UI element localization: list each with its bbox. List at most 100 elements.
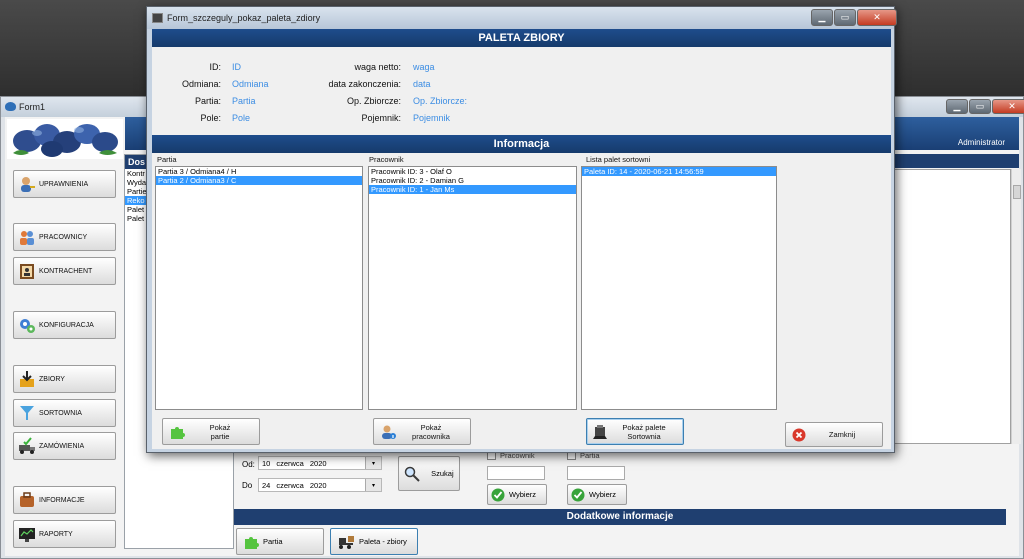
sort-group-label: Lista palet sortowni [586,155,651,164]
show-sort-pallet-label-line1: Pokaż palete [622,422,666,432]
sidebar-button-konfiguracja[interactable]: KONFIGURACJA [13,311,116,339]
field-value: waga [413,62,435,72]
pallet-stack-icon [593,424,607,439]
dialog-close-button[interactable]: ✕ [857,9,897,26]
checkmark-icon [571,488,585,501]
people-icon [18,228,36,246]
sort-pallet-listbox[interactable]: Paleta ID: 14 - 2020-06-21 14:56:59 [581,166,777,410]
select-worker-button[interactable]: Wybierz [487,484,547,505]
to-month: czerwca [276,480,304,490]
vertical-scrollbar[interactable] [1011,169,1021,444]
sidebar-button-informacje[interactable]: INFORMACJE [13,486,116,514]
show-worker-label: Pokaż pracownika [400,423,470,441]
window-icon [152,13,163,23]
list-item[interactable]: Paleta ID: 14 - 2020-06-21 14:56:59 [582,167,776,176]
puzzle-icon [171,426,185,439]
contact-book-icon [18,262,36,280]
sidebar-label: ZAMÓWIENIA [39,442,85,450]
field-label: data zakonczenia: [328,79,401,89]
minimize-button[interactable]: ▁ [946,99,968,114]
batch-group-label: Partia [157,155,177,164]
show-batch-label-line1: Pokaż [209,422,231,432]
info-header: Informacja [152,135,891,153]
sidebar-button-uprawnienia[interactable]: UPRAWNIENIA [13,170,116,198]
monitor-chart-icon [18,525,36,543]
field-value: Odmiana [232,79,269,89]
sidebar-button-pracownicy[interactable]: PRACOWNICY [13,223,116,251]
sidebar-label: KONFIGURACJA [39,321,94,329]
search-button[interactable]: Szukaj [398,456,460,491]
gears-icon [18,316,36,334]
sidebar-button-zamowienia[interactable]: ZAMÓWIENIA [13,432,116,460]
from-month: czerwca [276,458,304,468]
sidebar-button-kontrachent[interactable]: KONTRACHENT [13,257,116,285]
sidebar-label: KONTRACHENT [39,267,93,275]
minimize-icon: ▁ [818,12,826,22]
sidebar-button-zbiory[interactable]: ZBIORY [13,365,116,393]
forklift-icon [339,535,354,549]
magnifier-icon [405,466,421,482]
batch-button-label: Partia [263,537,283,546]
field-label: Pole: [200,113,221,123]
list-item[interactable]: Pracownik ID: 1 - Jan Ms [369,185,576,194]
field-value: data [413,79,431,89]
select-button-label: Wybierz [509,490,537,499]
app-icon [5,102,16,111]
user-key-icon [18,175,36,193]
show-sort-pallet-label: Pokaż palete Sortownia [613,423,683,441]
from-date-picker[interactable]: 10 czerwca 2020 ▾ [258,456,382,470]
field-label: Op. Zbiorcze: [346,96,401,106]
dialog-maximize-button[interactable]: ▭ [834,9,856,26]
worker-listbox[interactable]: Pracownik ID: 3 - Olaf O Pracownik ID: 2 … [368,166,577,410]
dialog-titlebar[interactable]: Form_szczeguly_pokaz_paleta_zdiory ▁ ▭ ✕ [147,7,897,29]
list-item[interactable]: Pracownik ID: 3 - Olaf O [369,167,576,176]
field-label: waga netto: [354,62,401,72]
field-label: ID: [209,62,221,72]
show-sort-pallet-label-line2: Sortownia [627,431,661,441]
maximize-icon: ▭ [975,101,985,111]
close-dialog-button[interactable]: Zamknij [785,422,883,447]
maximize-button[interactable]: ▭ [969,99,991,114]
close-icon: ✕ [1008,101,1016,111]
show-batch-button[interactable]: Pokaż partie [162,418,260,445]
to-date-picker[interactable]: 24 czerwca 2020 ▾ [258,478,382,492]
list-item[interactable]: Partia 2 / Odmiana3 / C [156,176,362,185]
show-worker-button[interactable]: Pokaż pracownika [373,418,471,445]
funnel-icon [18,404,36,422]
list-item[interactable]: Pracownik ID: 2 - Damian G [369,176,576,185]
download-box-icon [18,370,36,388]
pallet-harvest-button[interactable]: Paleta - zbiory [330,528,418,555]
dialog-minimize-button[interactable]: ▁ [811,9,833,26]
close-button[interactable]: ✕ [992,99,1024,114]
field-value: Partia [232,96,256,106]
to-year: 2020 [309,480,327,490]
calendar-dropdown-icon[interactable]: ▾ [365,457,381,469]
scrollbar-thumb[interactable] [1013,185,1021,199]
sidebar-button-raporty[interactable]: RAPORTY [13,520,116,548]
select-batch-button[interactable]: Wybierz [567,484,627,505]
sidebar-label: SORTOWNIA [39,409,82,417]
list-item[interactable]: Partia 3 / Odmiana4 / H [156,167,362,176]
batch-listbox[interactable]: Partia 3 / Odmiana4 / H Partia 2 / Odmian… [155,166,363,410]
show-sort-pallet-button[interactable]: Pokaż palete Sortownia [586,418,684,445]
main-window-title: Form1 [19,102,46,112]
sidebar-label: PRACOWNICY [39,233,88,241]
field-label: Odmiana: [181,79,221,89]
calendar-dropdown-icon[interactable]: ▾ [365,479,381,491]
sidebar-button-sortownia[interactable]: SORTOWNIA [13,399,116,427]
to-day: 24 [262,480,271,490]
dialog-body: PALETA ZBIORY Informacja Partia Pracowni… [152,29,891,449]
batch-button[interactable]: Partia [236,528,324,555]
field-value: ID [232,62,241,72]
sidebar-label: INFORMACJE [39,496,85,504]
sidebar-label: ZBIORY [39,375,65,383]
field-label: Pojemnik: [361,113,401,123]
briefcase-icon [18,491,36,509]
close-icon: ✕ [873,12,881,22]
field-value: Pole [232,113,251,123]
worker-input[interactable] [487,466,545,480]
field-value: Pojemnik [413,113,451,123]
pallet-button-label: Paleta - zbiory [359,537,407,546]
batch-input[interactable] [567,466,625,480]
pallet-details-dialog: Form_szczeguly_pokaz_paleta_zdiory ▁ ▭ ✕… [146,6,897,453]
